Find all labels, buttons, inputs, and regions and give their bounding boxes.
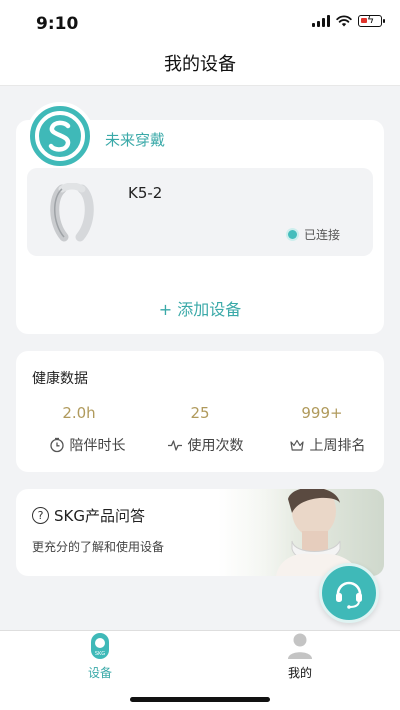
status-icons: ϟ bbox=[312, 13, 385, 27]
battery-icon: ϟ bbox=[358, 13, 385, 27]
cellular-signal-icon bbox=[312, 15, 330, 27]
connection-status: 已连接 bbox=[304, 228, 341, 242]
qa-title-text: SKG产品问答 bbox=[54, 507, 145, 525]
add-device-button[interactable]: + 添加设备 bbox=[0, 296, 400, 320]
svg-text:SKG: SKG bbox=[95, 651, 105, 657]
device-name: K5-2 bbox=[128, 184, 163, 202]
tab-device[interactable]: SKG 设备 bbox=[60, 632, 140, 681]
stat-label: 上周排名 bbox=[309, 438, 366, 454]
brand-name: 未来穿戴 bbox=[105, 131, 166, 149]
question-circle-icon: ? bbox=[32, 507, 49, 524]
tab-mine[interactable]: 我的 bbox=[260, 632, 340, 681]
wifi-icon bbox=[336, 15, 352, 27]
clock-icon bbox=[49, 437, 64, 453]
person-icon bbox=[288, 633, 312, 659]
nav-bar: 我的设备 bbox=[0, 44, 400, 86]
brand-logo bbox=[26, 102, 94, 170]
tab-label: 设备 bbox=[87, 666, 112, 680]
stat-weekly-rank[interactable]: 上周排名 bbox=[262, 435, 392, 455]
pulse-icon bbox=[167, 440, 182, 451]
stat-companion-time-value: 2.0h bbox=[62, 404, 96, 422]
stat-use-count-value: 25 bbox=[190, 404, 210, 422]
tab-label: 我的 bbox=[287, 666, 312, 680]
headset-icon bbox=[336, 581, 362, 609]
product-qa-banner[interactable] bbox=[16, 489, 384, 576]
product-model-photo bbox=[236, 489, 384, 576]
home-indicator bbox=[130, 697, 270, 702]
customer-service-button[interactable] bbox=[319, 563, 379, 623]
stat-label: 陪伴时长 bbox=[69, 438, 126, 454]
page-title: 我的设备 bbox=[164, 54, 236, 75]
qa-subtitle: 更充分的了解和使用设备 bbox=[32, 540, 165, 554]
stat-weekly-rank-value: 999+ bbox=[301, 404, 343, 422]
stat-use-count[interactable]: 使用次数 bbox=[140, 435, 270, 455]
health-data-title: 健康数据 bbox=[32, 371, 88, 387]
neck-massager-image bbox=[50, 183, 94, 242]
crown-icon bbox=[289, 439, 304, 451]
status-time: 9:10 bbox=[36, 14, 79, 34]
status-bar: 9:10 ϟ bbox=[0, 0, 400, 44]
device-icon: SKG bbox=[91, 633, 109, 659]
stat-label: 使用次数 bbox=[187, 438, 244, 454]
brand-s-icon bbox=[48, 120, 71, 152]
stat-companion-time[interactable]: 陪伴时长 bbox=[22, 435, 152, 455]
qa-title: ? SKG产品问答 bbox=[32, 505, 145, 526]
connected-status-dot bbox=[288, 230, 297, 239]
